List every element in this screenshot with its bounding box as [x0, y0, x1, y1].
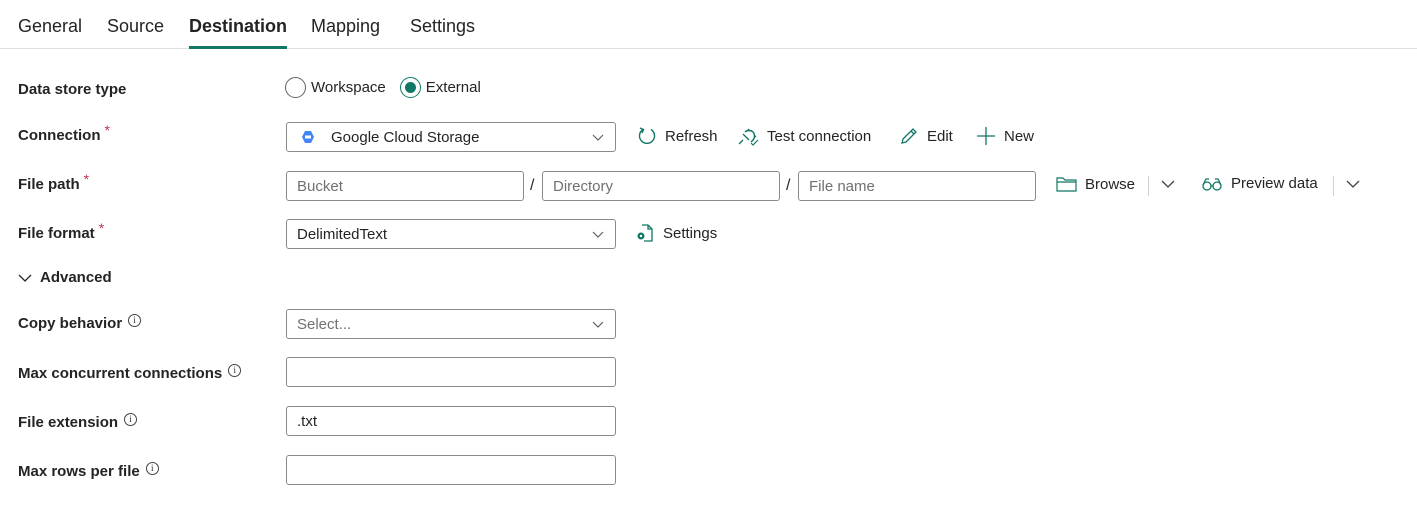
radio-external[interactable]: External [399, 77, 481, 98]
new-connection-button[interactable]: New [976, 126, 1034, 146]
file-path-label-text: File path [18, 176, 80, 193]
preview-data-label: Preview data [1231, 175, 1318, 192]
connection-dropdown[interactable]: Google Cloud Storage [286, 122, 616, 152]
tab-bar: General Source Destination Mapping Setti… [0, 0, 1417, 49]
plug-check-icon [738, 128, 759, 146]
glasses-icon [1202, 177, 1222, 191]
required-mark: * [98, 220, 105, 236]
format-settings-label: Settings [663, 224, 718, 242]
bucket-placeholder: Bucket [297, 177, 343, 195]
file-extension-input[interactable]: .txt [286, 406, 616, 436]
required-mark: * [104, 122, 110, 138]
required-mark: * [83, 171, 90, 187]
info-icon[interactable]: i [128, 314, 142, 327]
divider [1333, 176, 1334, 196]
chevron-down-icon [592, 321, 604, 328]
file-format-dropdown[interactable]: DelimitedText [286, 219, 616, 249]
test-connection-button[interactable]: Test connection [737, 126, 871, 146]
tab-mapping[interactable]: Mapping [311, 16, 380, 49]
refresh-label: Refresh [665, 127, 718, 145]
edit-button[interactable]: Edit [899, 126, 953, 146]
radio-workspace-label: Workspace [311, 79, 386, 96]
path-separator: / [786, 177, 791, 194]
radio-workspace[interactable]: Workspace [285, 77, 386, 98]
file-name-input[interactable]: File name [798, 171, 1036, 201]
copy-behavior-dropdown[interactable]: Select... [286, 309, 616, 339]
tab-destination[interactable]: Destination [189, 16, 288, 49]
directory-input[interactable]: Directory [542, 171, 780, 201]
info-icon[interactable]: i [228, 364, 242, 377]
max-concurrent-connections-label-text: Max concurrent connections [18, 365, 223, 382]
preview-chevron-down-icon[interactable] [1346, 178, 1360, 190]
path-separator: / [530, 177, 535, 194]
advanced-label: Advanced [40, 269, 112, 286]
copy-behavior-placeholder: Select... [297, 315, 352, 333]
connection-value: Google Cloud Storage [331, 128, 480, 146]
copy-behavior-label-text: Copy behavior [18, 315, 123, 332]
connection-label-text: Connection [18, 127, 101, 144]
divider [1148, 176, 1149, 196]
edit-label: Edit [927, 127, 953, 145]
file-extension-label: File extension i [18, 413, 138, 431]
browse-chevron-down-icon[interactable] [1161, 178, 1175, 190]
tab-settings[interactable]: Settings [410, 16, 475, 49]
browse-button[interactable]: Browse [1056, 175, 1135, 193]
file-format-label-text: File format [18, 225, 95, 242]
max-rows-per-file-label: Max rows per file i [18, 462, 159, 480]
pencil-icon [901, 128, 917, 144]
chevron-down-icon [18, 274, 32, 282]
file-name-placeholder: File name [809, 177, 875, 195]
data-store-type-radio-group: Workspace External [285, 77, 495, 98]
max-concurrent-connections-label: Max concurrent connections i [18, 364, 242, 382]
chevron-down-icon [592, 134, 604, 141]
radio-external-label: External [425, 79, 481, 96]
test-connection-label: Test connection [767, 127, 872, 145]
file-format-value: DelimitedText [297, 225, 388, 243]
new-label: New [1004, 127, 1035, 145]
format-settings-button[interactable]: Settings [635, 223, 717, 243]
data-store-type-label: Data store type [18, 81, 126, 98]
document-settings-icon [637, 224, 653, 242]
data-store-type-label-text: Data store type [18, 81, 127, 98]
file-extension-label-text: File extension [18, 414, 119, 431]
tab-source[interactable]: Source [107, 16, 164, 49]
info-icon[interactable]: i [145, 462, 159, 475]
radio-workspace-circle[interactable] [285, 77, 306, 98]
folder-icon [1056, 177, 1077, 192]
preview-data-button[interactable]: Preview data [1201, 175, 1318, 192]
file-path-label: File path * [18, 171, 89, 193]
chevron-down-icon [592, 231, 604, 238]
radio-external-circle[interactable] [399, 77, 421, 98]
tab-general[interactable]: General [18, 16, 82, 49]
refresh-icon [638, 127, 656, 144]
copy-behavior-label: Copy behavior i [18, 314, 142, 332]
advanced-toggle[interactable]: Advanced [18, 269, 112, 286]
bucket-input[interactable]: Bucket [286, 171, 524, 201]
connection-label: Connection * [18, 122, 110, 144]
google-cloud-storage-icon [302, 131, 314, 143]
max-concurrent-connections-input[interactable] [286, 357, 616, 387]
max-rows-per-file-label-text: Max rows per file [18, 463, 140, 480]
directory-placeholder: Directory [553, 177, 614, 195]
file-format-label: File format * [18, 220, 104, 242]
browse-label: Browse [1085, 175, 1136, 193]
file-extension-value: .txt [297, 412, 318, 430]
max-rows-per-file-input[interactable] [286, 455, 616, 485]
refresh-button[interactable]: Refresh [637, 126, 718, 146]
plus-icon [977, 127, 995, 145]
info-icon[interactable]: i [124, 413, 138, 426]
